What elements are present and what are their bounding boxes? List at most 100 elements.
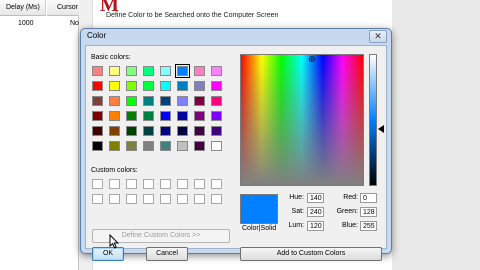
custom-color-swatch[interactable]	[211, 179, 222, 189]
cancel-button[interactable]: Cancel	[146, 247, 188, 261]
basic-color-swatch[interactable]	[175, 64, 190, 78]
basic-color-swatch[interactable]	[160, 111, 171, 121]
basic-color-swatch[interactable]	[109, 126, 120, 136]
basic-color-swatch[interactable]	[177, 141, 188, 151]
sat-label: Sat:	[291, 208, 304, 215]
basic-color-swatch[interactable]	[92, 111, 103, 121]
basic-color-swatch[interactable]	[160, 81, 171, 91]
custom-color-swatch[interactable]	[126, 179, 137, 189]
custom-color-swatch[interactable]	[109, 179, 120, 189]
hue-label: Hue:	[289, 194, 304, 201]
basic-color-swatch[interactable]	[143, 96, 154, 106]
custom-color-swatch[interactable]	[126, 194, 137, 204]
table-cell-delay[interactable]: 1000	[18, 20, 34, 27]
custom-color-swatch[interactable]	[92, 179, 103, 189]
color-dialog: Color ✕ Basic colors: Custom colors: Def…	[80, 28, 392, 261]
custom-color-swatch[interactable]	[177, 179, 188, 189]
basic-color-swatch[interactable]	[143, 66, 154, 76]
blue-field[interactable]: 255	[360, 221, 377, 231]
basic-color-swatch[interactable]	[160, 66, 171, 76]
custom-color-swatch[interactable]	[143, 194, 154, 204]
basic-color-swatch[interactable]	[160, 126, 171, 136]
red-label: Red:	[343, 194, 358, 201]
close-button[interactable]: ✕	[369, 30, 387, 43]
basic-color-swatch[interactable]	[194, 81, 205, 91]
background-caption: Define Color to be Searched onto the Com…	[106, 12, 279, 19]
dialog-body: Basic colors: Custom colors: Define Cust…	[85, 45, 387, 261]
background-table: Delay (Ms) Cursor B 1000 No	[0, 0, 79, 270]
basic-color-swatch[interactable]	[126, 81, 137, 91]
custom-color-swatch[interactable]	[160, 194, 171, 204]
basic-color-swatch[interactable]	[211, 66, 222, 76]
color-solid-label: Color|Solid	[242, 225, 277, 232]
basic-color-swatch[interactable]	[92, 81, 103, 91]
basic-color-swatch[interactable]	[109, 96, 120, 106]
basic-color-swatch[interactable]	[160, 96, 171, 106]
luminosity-slider[interactable]	[369, 54, 377, 186]
basic-color-swatch[interactable]	[126, 96, 137, 106]
basic-color-swatch[interactable]	[194, 126, 205, 136]
column-header-delay[interactable]: Delay (Ms)	[0, 0, 46, 16]
basic-color-swatch[interactable]	[126, 66, 137, 76]
custom-color-swatch[interactable]	[160, 179, 171, 189]
basic-color-swatch[interactable]	[143, 141, 154, 151]
basic-color-swatch[interactable]	[194, 141, 205, 151]
basic-color-swatch[interactable]	[109, 81, 120, 91]
basic-color-swatch[interactable]	[211, 96, 222, 106]
add-to-custom-colors-button[interactable]: Add to Custom Colors	[240, 247, 382, 261]
ok-button[interactable]: OK	[92, 247, 124, 261]
green-label: Green:	[336, 208, 358, 215]
basic-color-swatch[interactable]	[126, 111, 137, 121]
basic-color-swatch[interactable]	[194, 66, 205, 76]
blue-label: Blue:	[342, 222, 358, 229]
basic-color-swatch[interactable]	[194, 96, 205, 106]
basic-color-swatch[interactable]	[126, 126, 137, 136]
custom-color-swatch[interactable]	[143, 179, 154, 189]
mouse-pointer-icon	[109, 234, 119, 249]
basic-color-swatch[interactable]	[143, 126, 154, 136]
basic-color-swatch[interactable]	[177, 111, 188, 121]
basic-color-swatch[interactable]	[143, 111, 154, 121]
basic-color-swatch[interactable]	[92, 96, 103, 106]
basic-color-swatch[interactable]	[211, 141, 222, 151]
custom-color-swatch[interactable]	[177, 194, 188, 204]
basic-color-swatch[interactable]	[92, 141, 103, 151]
sat-field[interactable]: 240	[307, 207, 324, 217]
basic-color-swatch[interactable]	[92, 66, 103, 76]
lum-field[interactable]: 120	[307, 221, 324, 231]
basic-color-swatch[interactable]	[177, 126, 188, 136]
custom-color-swatch[interactable]	[194, 179, 205, 189]
basic-color-swatch[interactable]	[109, 66, 120, 76]
custom-color-swatch[interactable]	[92, 194, 103, 204]
basic-color-swatch[interactable]	[194, 111, 205, 121]
basic-color-swatch[interactable]	[177, 96, 188, 106]
basic-color-swatch[interactable]	[92, 126, 103, 136]
custom-color-swatch[interactable]	[211, 194, 222, 204]
hue-field[interactable]: 140	[307, 193, 324, 203]
dialog-title: Color	[87, 31, 107, 40]
green-field[interactable]: 128	[360, 207, 377, 217]
custom-color-swatch[interactable]	[109, 194, 120, 204]
basic-color-swatch[interactable]	[160, 141, 171, 151]
red-field[interactable]: 0	[360, 193, 377, 203]
lum-label: Lum:	[288, 222, 304, 229]
basic-color-swatch[interactable]	[211, 126, 222, 136]
basic-colors-label: Basic colors:	[91, 54, 131, 61]
basic-color-swatch[interactable]	[211, 111, 222, 121]
basic-color-swatch[interactable]	[143, 81, 154, 91]
basic-color-swatch[interactable]	[177, 81, 188, 91]
color-spectrum[interactable]	[240, 54, 364, 186]
crosshair-icon: ⊕	[308, 54, 316, 64]
background-panel	[392, 0, 480, 270]
custom-color-swatch[interactable]	[194, 194, 205, 204]
basic-color-swatch[interactable]	[126, 141, 137, 151]
basic-color-swatch[interactable]	[109, 141, 120, 151]
luminosity-arrow-icon[interactable]	[378, 125, 384, 133]
table-cell-cursor[interactable]: No	[70, 20, 79, 27]
basic-color-swatch[interactable]	[109, 111, 120, 121]
basic-color-swatch[interactable]	[211, 81, 222, 91]
close-icon: ✕	[374, 31, 382, 41]
color-preview	[240, 194, 278, 224]
column-header-cursor[interactable]: Cursor B	[47, 0, 79, 16]
custom-colors-label: Custom colors:	[91, 167, 138, 174]
